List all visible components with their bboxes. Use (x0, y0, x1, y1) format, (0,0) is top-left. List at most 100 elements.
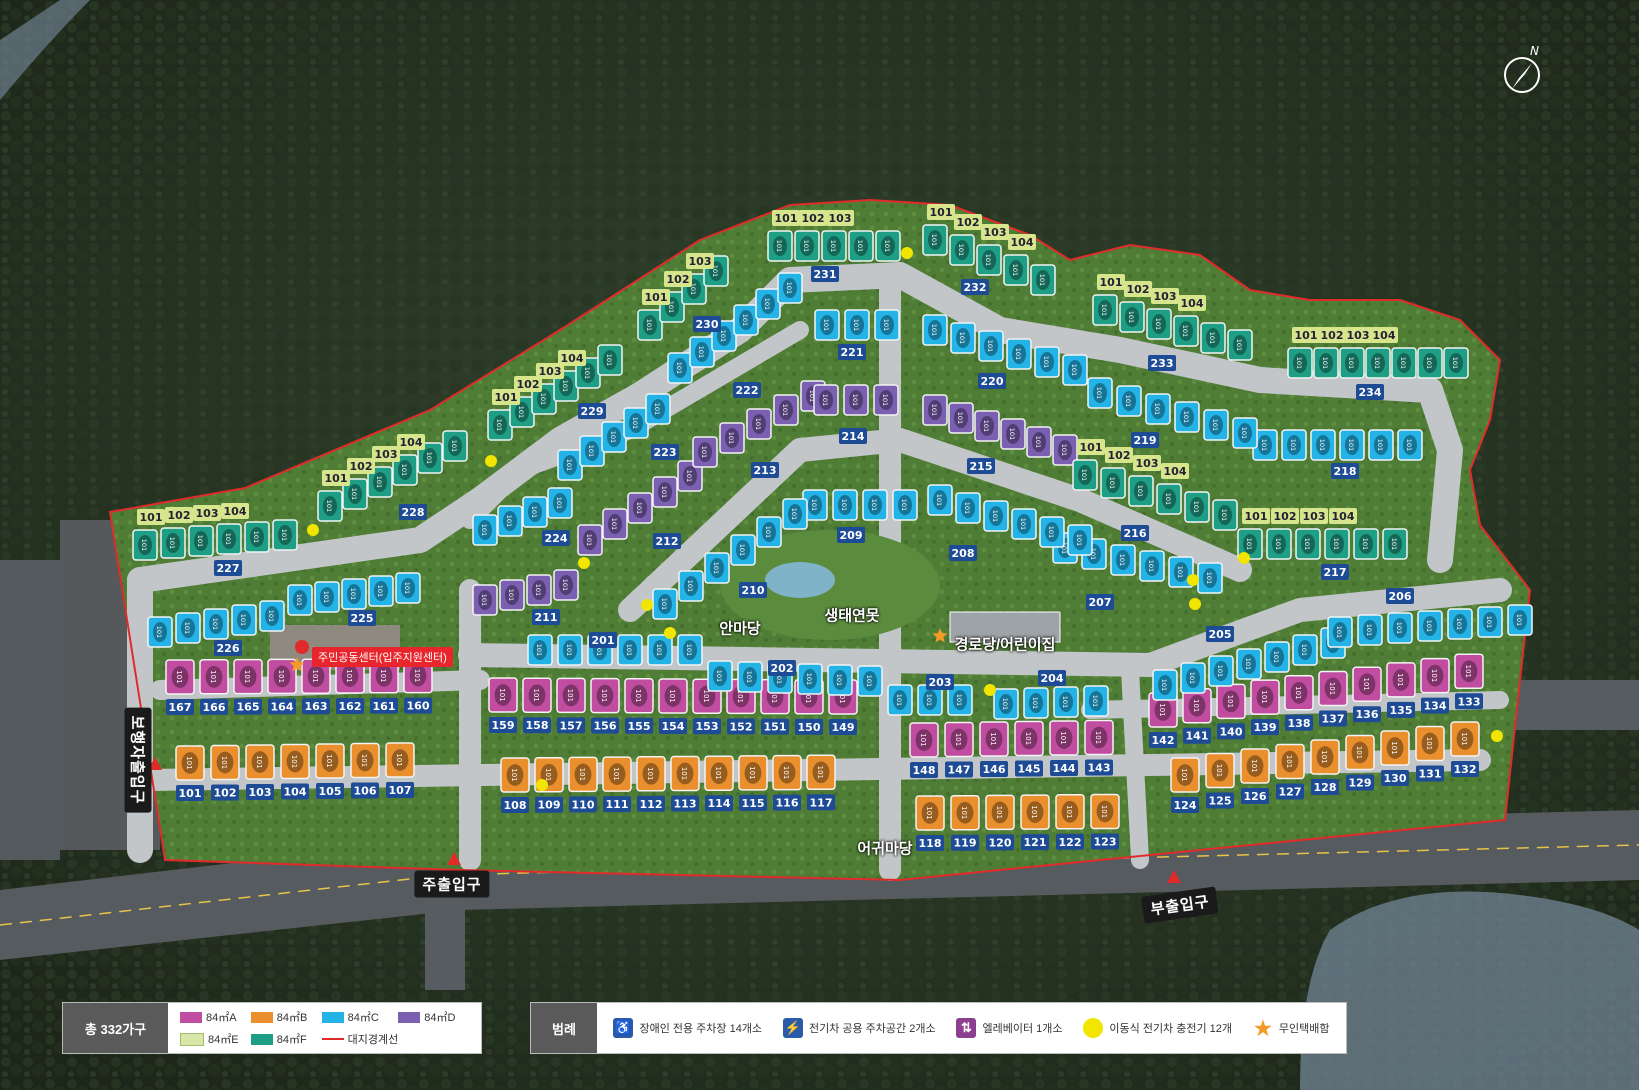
unit-number-label: 101 (870, 499, 878, 511)
symbol-legend-item: ★ 무인택배함 (1253, 1018, 1330, 1040)
house-140: 101 (1216, 683, 1246, 720)
unit-number-label: 101 (852, 319, 860, 331)
unit-number-label: 101 (1042, 356, 1050, 368)
lot-number-tag: 227 (214, 560, 242, 576)
svg-text:227: 227 (217, 562, 240, 575)
svg-text:102: 102 (957, 216, 980, 229)
house-number-tag: 103 (1344, 327, 1372, 343)
lot-number-tag: 211 (532, 609, 560, 625)
unit-number-label: 101 (991, 510, 999, 522)
lot-number-tag: 132 (1451, 761, 1479, 777)
unit-number-label: 101 (1192, 699, 1200, 712)
lot-number-tag: 214 (839, 428, 867, 444)
lot-number-tag: 137 (1319, 710, 1347, 727)
svg-text:157: 157 (560, 719, 583, 732)
lot-number-tag: 224 (542, 530, 570, 546)
svg-text:154: 154 (662, 720, 685, 733)
unit-number-label: 101 (1395, 622, 1403, 634)
unit-number-label: 101 (349, 588, 357, 600)
lot-number-tag: 225 (348, 610, 376, 626)
svg-text:138: 138 (1288, 717, 1311, 730)
unit-number-label: 101 (895, 694, 903, 706)
unit-number-label: 101 (1260, 439, 1268, 451)
ev-parking-icon: ⚡ (782, 1018, 803, 1038)
unit-number-label: 101 (1303, 538, 1311, 550)
unit-number-label: 101 (631, 417, 639, 429)
house-134: 101 (1420, 657, 1450, 694)
lot-number-tag: 163 (302, 698, 330, 715)
lot-number-tag: 119 (951, 834, 979, 851)
unit-number-label: 101 (610, 518, 618, 530)
lot-number-tag: 125 (1206, 792, 1234, 809)
ev-charger-dot-icon (984, 684, 996, 696)
unit-number-label: 101 (882, 319, 890, 331)
site-plan-svg: 101 101 101 101 101 101 101101 101 101 101 101 101 1… (0, 0, 1639, 1090)
lot-number-tag: 139 (1251, 719, 1279, 736)
main-entrance-label: 주출입구 (414, 870, 490, 898)
legend-label: 84㎡C (347, 1012, 379, 1024)
unit-number-label: 101 (209, 670, 217, 683)
svg-text:166: 166 (203, 701, 226, 714)
svg-text:206: 206 (1389, 590, 1412, 603)
unit-number-label: 101 (1451, 357, 1459, 369)
svg-text:152: 152 (730, 720, 753, 733)
house-number-tag: 101 (1077, 439, 1105, 455)
svg-text:213: 213 (754, 464, 777, 477)
svg-text:135: 135 (1390, 704, 1413, 717)
symbol-legend-item: ⚡ 전기차 공용 주차공간 2개소 (782, 1018, 936, 1038)
unit-number-label: 101 (1332, 538, 1340, 550)
svg-text:119: 119 (954, 837, 977, 850)
svg-text:218: 218 (1334, 465, 1357, 478)
svg-text:103: 103 (689, 255, 712, 268)
lot-number-tag: 157 (557, 717, 585, 734)
svg-text:104: 104 (1181, 297, 1204, 310)
svg-text:137: 137 (1322, 713, 1345, 726)
unit-number-label: 101 (1399, 357, 1407, 369)
svg-text:159: 159 (492, 719, 515, 732)
legend-swatch (250, 1011, 273, 1023)
unit-number-label: 101 (1335, 626, 1343, 638)
ev-charger-dot-icon (1491, 730, 1503, 742)
svg-text:101: 101 (1080, 441, 1103, 454)
unit-number-label: 101 (1127, 311, 1135, 323)
house-101: 101 (175, 745, 205, 781)
unit-number-label: 101 (634, 689, 642, 702)
svg-text:101: 101 (1100, 276, 1123, 289)
lot-number-tag: 133 (1455, 693, 1483, 710)
unit-number-label: 101 (957, 244, 965, 256)
west-road (0, 560, 60, 860)
svg-text:102: 102 (667, 273, 690, 286)
unit-number-label: 101 (1425, 620, 1433, 632)
unit-number-label: 101 (1460, 732, 1468, 745)
unit-number-label: 101 (196, 535, 204, 547)
svg-text:226: 226 (217, 642, 240, 655)
unit-number-label: 101 (395, 753, 403, 766)
house-157: 101 (556, 677, 586, 714)
svg-text:104: 104 (224, 505, 247, 518)
unit-number-label: 101 (925, 806, 933, 819)
ev-charger-dot-icon (901, 247, 913, 259)
house-144: 101 (1049, 720, 1079, 756)
house-110: 101 (568, 756, 598, 793)
unit-number-label: 101 (1365, 624, 1373, 636)
lot-number-tag: 167 (166, 699, 194, 715)
house-141: 101 (1182, 687, 1212, 724)
svg-text:103: 103 (196, 507, 219, 520)
block-231: 101 101 101 101 101 (767, 230, 901, 262)
house-125: 101 (1205, 752, 1235, 789)
lot-number-tag: 142 (1149, 732, 1177, 748)
unit-number-label: 101 (1216, 665, 1224, 677)
svg-text:217: 217 (1324, 566, 1347, 579)
unit-number-label: 101 (680, 767, 688, 780)
house-number-tag: 103 (686, 253, 714, 269)
unit-number-label: 101 (714, 767, 722, 780)
svg-text:102: 102 (1108, 449, 1131, 462)
legend-swatch (321, 1011, 344, 1023)
unit-number-label: 101 (565, 459, 573, 471)
house-143: 101 (1084, 719, 1114, 756)
unit-number-label: 101 (555, 497, 563, 509)
lot-number-tag: 232 (961, 279, 989, 295)
unit-number-label: 101 (1075, 534, 1083, 546)
svg-text:146: 146 (983, 763, 1006, 776)
svg-text:203: 203 (929, 676, 952, 689)
